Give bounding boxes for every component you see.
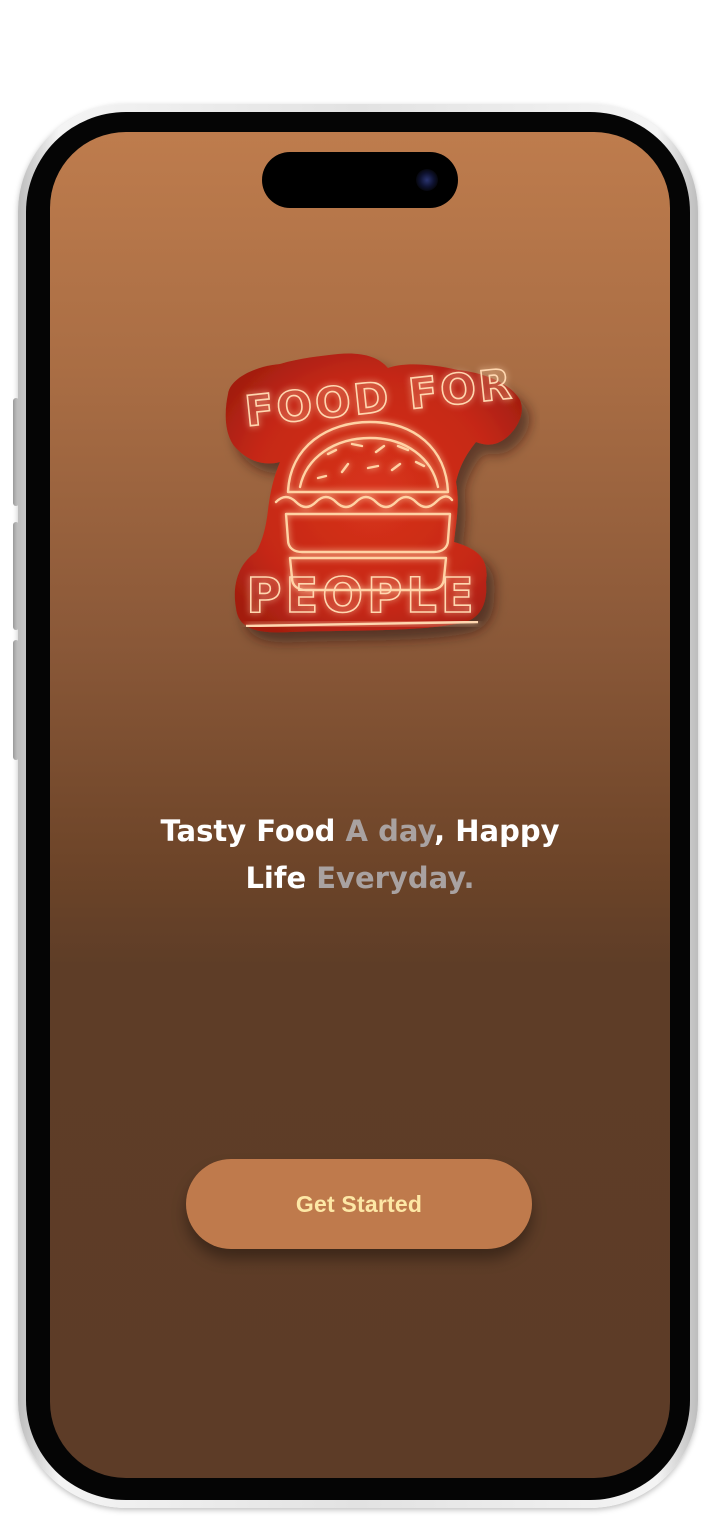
dynamic-island xyxy=(262,152,458,208)
tagline-part-1: Tasty Food xyxy=(160,814,346,848)
tagline: Tasty Food A day, Happy Life Everyday. xyxy=(110,808,610,902)
tagline-part-3: , Happy xyxy=(434,814,560,848)
tagline-part-4: Life xyxy=(245,861,317,895)
device-mockup: FOOD FOR PEOPLE Tasty Food A day, Happy … xyxy=(0,0,726,1524)
get-started-button[interactable]: Get Started xyxy=(186,1159,532,1249)
camera-icon xyxy=(416,169,438,191)
logo-line-2: PEOPLE xyxy=(246,568,477,624)
tagline-part-2: A day xyxy=(345,814,435,848)
food-for-people-logo: FOOD FOR PEOPLE xyxy=(225,353,522,633)
tagline-part-5: Everyday. xyxy=(316,861,475,895)
app-screen: FOOD FOR PEOPLE Tasty Food A day, Happy … xyxy=(50,132,670,1478)
